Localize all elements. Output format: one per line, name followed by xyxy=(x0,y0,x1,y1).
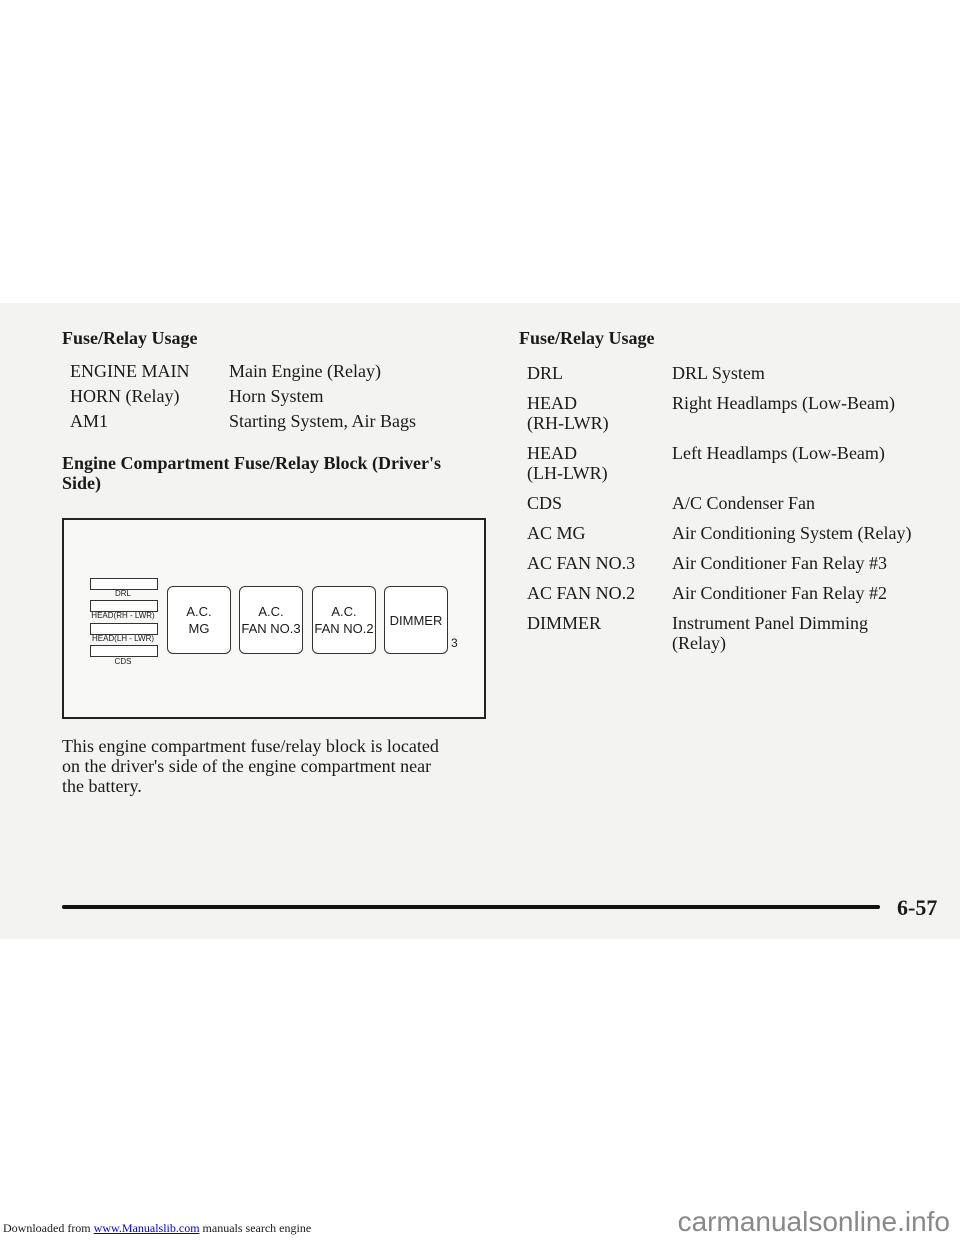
relay-label: FAN NO.3 xyxy=(241,621,301,636)
usage-name: CDS xyxy=(527,493,563,513)
usage-name: AC FAN NO.3 xyxy=(527,553,636,573)
usage-description: Air Conditioner Fan Relay #2 xyxy=(672,583,887,603)
fuse-label: DRL xyxy=(114,589,131,598)
relay-ac-fan-3: A.C. FAN NO.3 xyxy=(239,586,303,654)
usage-name: (LH-LWR) xyxy=(527,463,608,483)
usage-name: ENGINE MAIN xyxy=(70,361,190,381)
usage-description: DRL System xyxy=(672,363,765,383)
watermark: carmanualsonline.info xyxy=(677,1206,950,1237)
footer-text: Downloaded from xyxy=(3,1221,91,1235)
footer-text: manuals search engine xyxy=(202,1221,312,1235)
usage-name: AC FAN NO.2 xyxy=(527,583,636,603)
usage-name: DRL xyxy=(527,363,563,383)
relay-label: FAN NO.2 xyxy=(314,621,374,636)
usage-description: Right Headlamps (Low-Beam) xyxy=(672,393,895,413)
relay-ac-fan-2: A.C. FAN NO.2 xyxy=(312,586,376,654)
usage-name: AM1 xyxy=(70,411,109,431)
fuse-cds xyxy=(90,645,158,657)
fuse-label: CDS xyxy=(114,657,132,666)
paragraph-line: on the driver's side of the engine compa… xyxy=(62,756,432,776)
relay-label: A.C. xyxy=(331,604,357,619)
footer-rule xyxy=(62,905,880,909)
download-footer: Downloaded from www.Manualslib.com manua… xyxy=(3,1221,311,1236)
usage-name: HEAD xyxy=(527,443,577,463)
relay-label: A.C. xyxy=(186,604,212,619)
usage-description: Starting System, Air Bags xyxy=(229,411,417,431)
relay-label: A.C. xyxy=(258,604,284,619)
relay-label: DIMMER xyxy=(389,612,443,628)
relay-dimmer: DIMMER xyxy=(384,586,448,654)
fuse-label: HEAD(LH - LWR) xyxy=(91,634,155,643)
manualslib-link[interactable]: www.Manualslib.com xyxy=(94,1221,200,1235)
usage-name: AC MG xyxy=(527,523,586,543)
section-heading-line1: Engine Compartment Fuse/Relay Block (Dri… xyxy=(62,453,441,473)
diagram-number: 3 xyxy=(451,636,458,650)
usage-description: Air Conditioning System (Relay) xyxy=(672,523,912,543)
section-heading-line2: Side) xyxy=(62,473,102,493)
usage-name: DIMMER xyxy=(527,613,602,633)
usage-description: Horn System xyxy=(229,386,324,406)
usage-description: Air Conditioner Fan Relay #3 xyxy=(672,553,887,573)
page-number: 6-57 xyxy=(897,895,938,920)
left-heading: Fuse/Relay Usage xyxy=(62,328,198,348)
usage-name: HORN (Relay) xyxy=(70,386,180,406)
paragraph-line: This engine compartment fuse/relay block… xyxy=(62,736,439,756)
usage-description: Left Headlamps (Low-Beam) xyxy=(672,443,885,463)
usage-description: (Relay) xyxy=(672,633,726,653)
right-heading: Fuse/Relay Usage xyxy=(519,328,655,348)
fuse-relay-block-diagram: DRL HEAD(RH - LWR) HEAD(LH - LWR) CDS A.… xyxy=(62,518,486,719)
relay-ac-mg: A.C. MG xyxy=(167,586,231,654)
usage-description: Instrument Panel Dimming xyxy=(672,613,868,633)
relay-label: MG xyxy=(188,621,210,636)
usage-description: A/C Condenser Fan xyxy=(672,493,815,513)
fuse-label: HEAD(RH - LWR) xyxy=(91,611,155,620)
usage-name: (RH-LWR) xyxy=(527,413,609,433)
usage-name: HEAD xyxy=(527,393,577,413)
usage-description: Main Engine (Relay) xyxy=(229,361,381,381)
paragraph-line: the battery. xyxy=(62,776,142,796)
